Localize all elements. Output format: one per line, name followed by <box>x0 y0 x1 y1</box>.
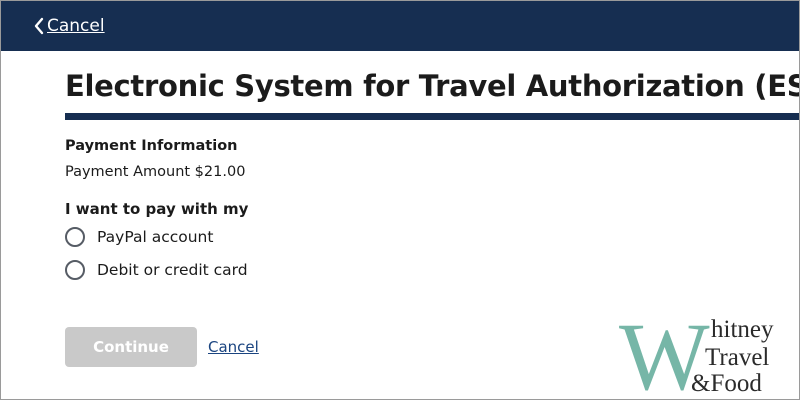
card-radio[interactable] <box>65 260 85 280</box>
paypal-radio-label: PayPal account <box>97 228 214 246</box>
header-cancel-link[interactable]: Cancel <box>33 16 105 36</box>
logo-line-1: hitney <box>711 316 774 343</box>
radio-option-card[interactable]: Debit or credit card <box>65 260 248 280</box>
logo-line-3: &Food <box>691 370 762 395</box>
cancel-link[interactable]: Cancel <box>208 338 259 356</box>
top-header-bar: Cancel <box>1 1 799 51</box>
payment-method-prompt: I want to pay with my <box>65 200 249 218</box>
payment-amount: Payment Amount $21.00 <box>65 164 246 180</box>
esta-payment-page: Cancel Electronic System for Travel Auth… <box>0 0 800 400</box>
title-divider <box>65 113 799 120</box>
chevron-left-icon <box>34 17 44 35</box>
logo-line-2: Travel <box>705 344 769 371</box>
paypal-radio[interactable] <box>65 227 85 247</box>
page-title: Electronic System for Travel Authorizati… <box>65 69 800 103</box>
payment-section-heading: Payment Information <box>65 138 238 154</box>
card-radio-label: Debit or credit card <box>97 261 248 279</box>
header-cancel-label: Cancel <box>47 16 105 36</box>
radio-option-paypal[interactable]: PayPal account <box>65 227 213 247</box>
continue-button[interactable]: Continue <box>65 327 197 367</box>
whitney-travel-food-logo: W hitney Travel &Food <box>619 313 774 395</box>
